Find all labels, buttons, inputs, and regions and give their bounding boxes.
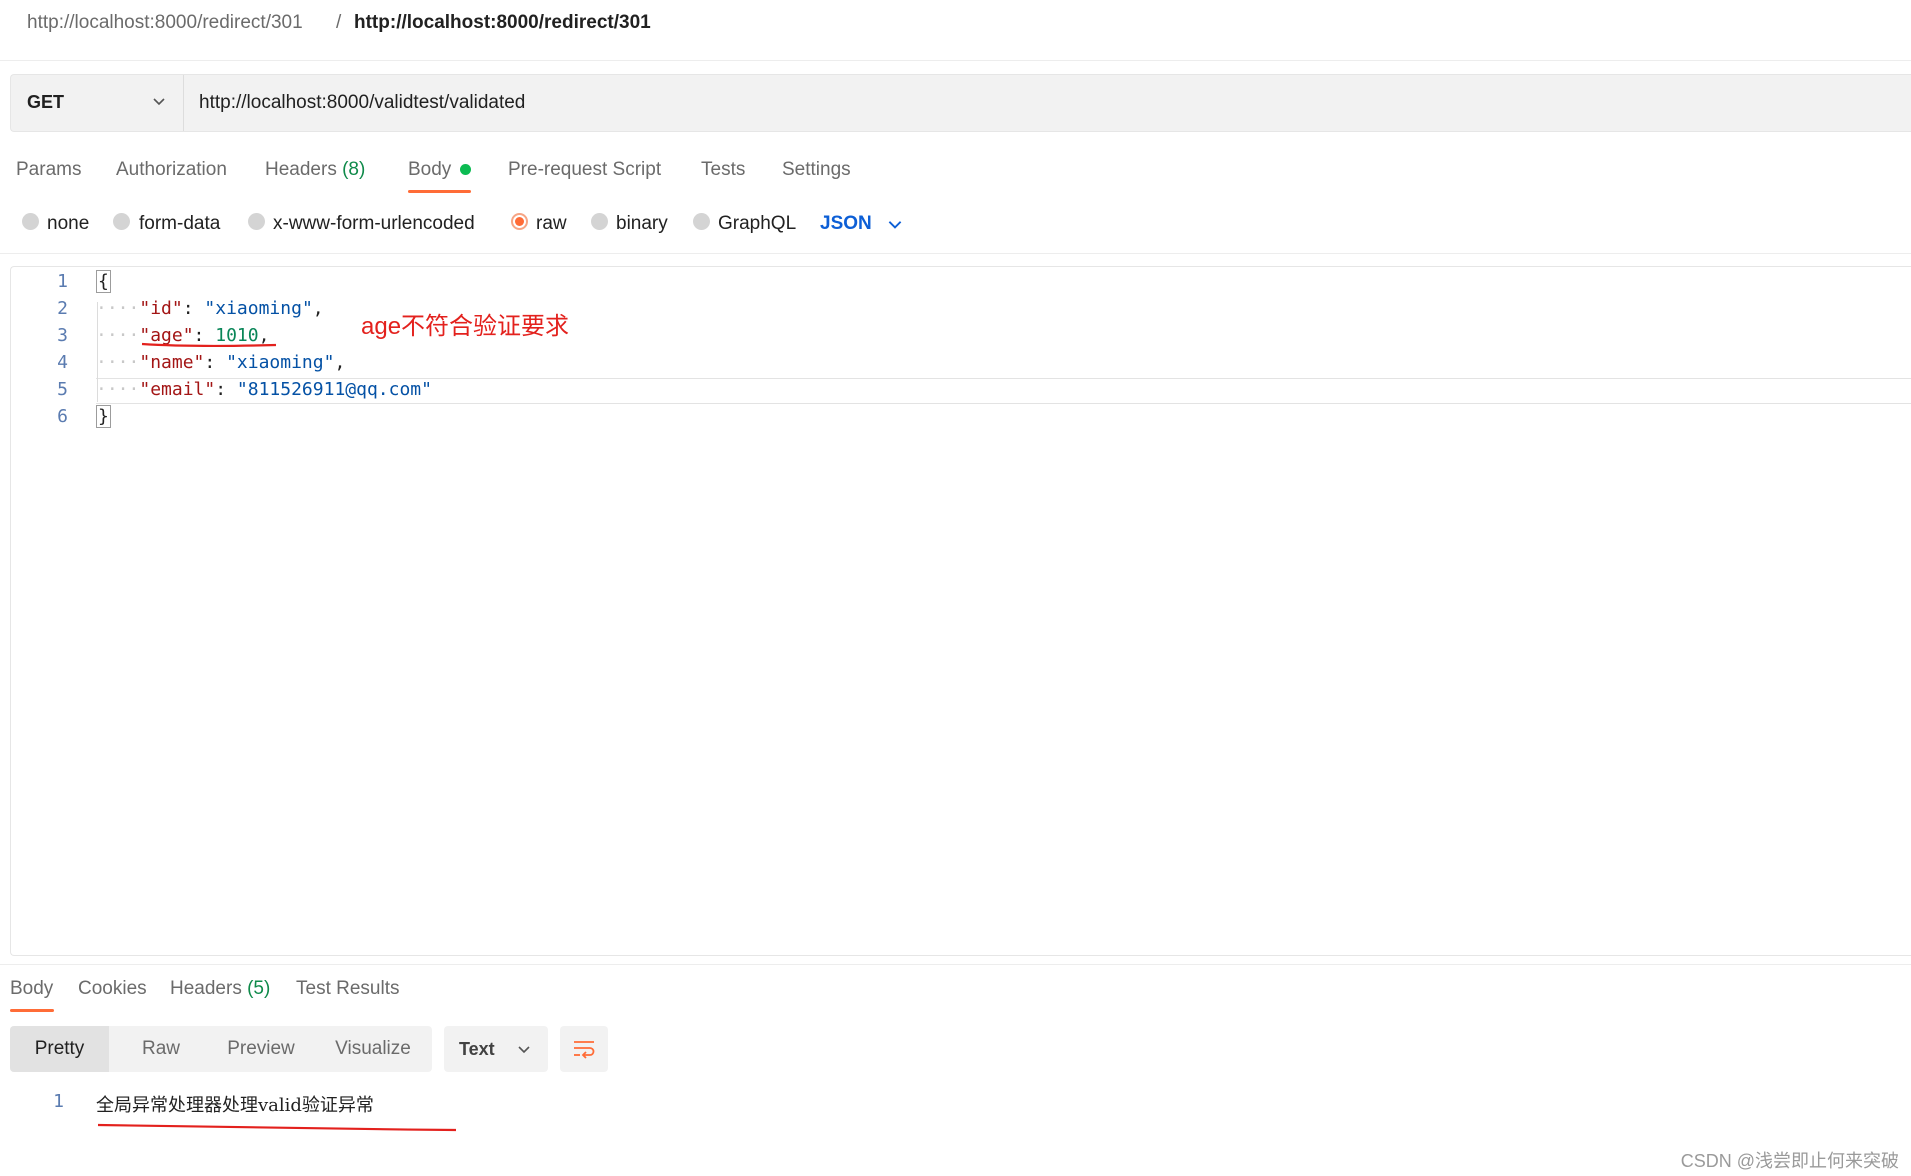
response-tab-headers-count: (5) bbox=[247, 978, 271, 999]
response-tab-body[interactable]: Body bbox=[10, 978, 53, 1000]
view-visualize-button[interactable]: Visualize bbox=[316, 1026, 430, 1072]
response-view-switcher: Pretty Raw Preview Visualize bbox=[10, 1026, 432, 1072]
response-tab-headers-label: Headers bbox=[170, 978, 242, 999]
response-line-number: 1 bbox=[53, 1091, 64, 1112]
divider bbox=[0, 964, 1911, 965]
wrap-lines-icon bbox=[574, 1041, 595, 1059]
response-tab-cookies[interactable]: Cookies bbox=[78, 978, 147, 1000]
response-body-text: 全局异常处理器处理valid验证异常 bbox=[96, 1095, 374, 1116]
wrap-lines-button[interactable] bbox=[560, 1026, 608, 1072]
red-underline-marks bbox=[97, 342, 457, 1132]
response-tab-test-results[interactable]: Test Results bbox=[296, 978, 399, 1000]
chevron-down-icon bbox=[518, 1046, 530, 1054]
response-format-select[interactable]: Text bbox=[444, 1026, 548, 1072]
view-preview-button[interactable]: Preview bbox=[209, 1026, 313, 1072]
response-format-label: Text bbox=[459, 1039, 495, 1059]
active-tab-indicator bbox=[10, 1009, 54, 1012]
annotation-note: age不符合验证要求 bbox=[361, 313, 570, 340]
view-pretty-button[interactable]: Pretty bbox=[10, 1026, 109, 1072]
view-raw-button[interactable]: Raw bbox=[119, 1026, 203, 1072]
watermark: CSDN @浅尝即止何来突破 bbox=[1680, 1151, 1899, 1171]
response-tab-headers[interactable]: Headers (5) bbox=[170, 978, 270, 1000]
